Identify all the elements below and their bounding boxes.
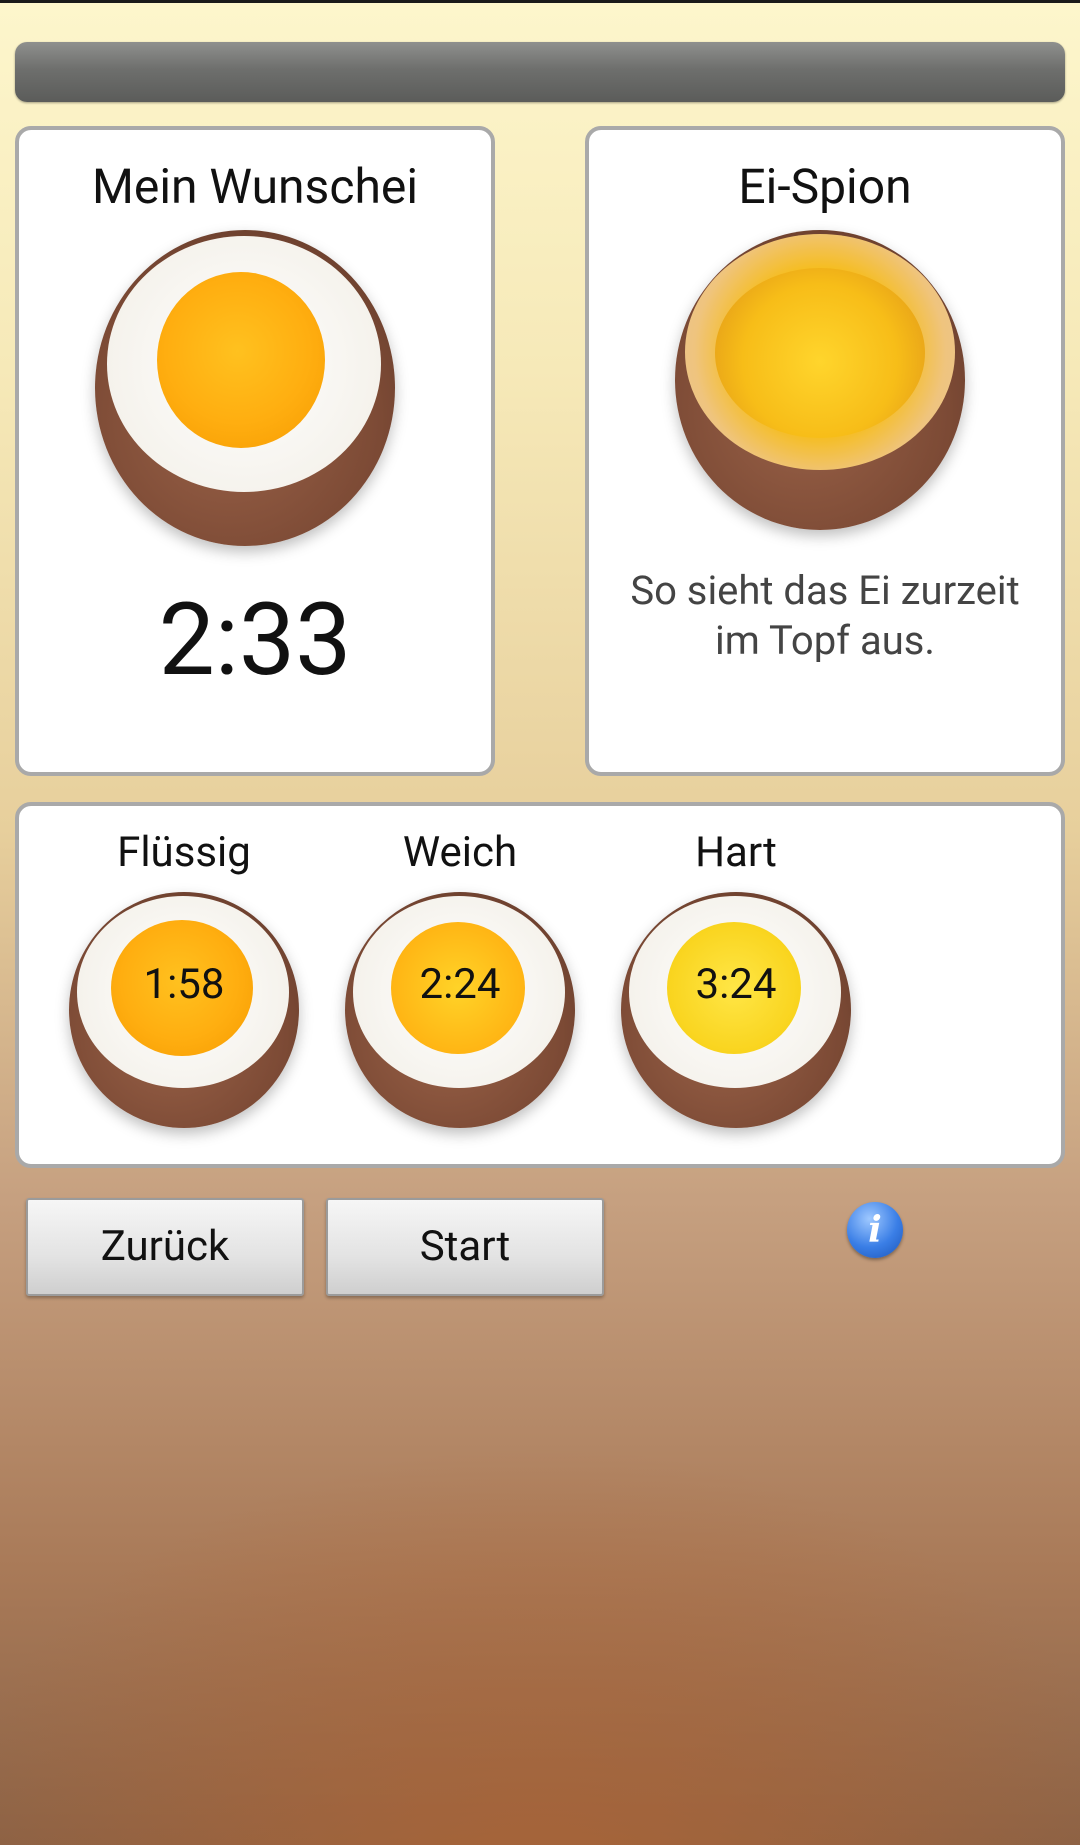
preset-egg-image: 2:24 <box>345 892 575 1128</box>
info-icon[interactable]: i <box>847 1202 903 1258</box>
back-button[interactable]: Zurück <box>26 1198 304 1296</box>
preset-egg-image: 1:58 <box>69 892 299 1128</box>
presets-card: Flüssig 1:58 Weich 2:24 Hart 3:24 <box>15 802 1065 1168</box>
wish-egg-title: Mein Wunschei <box>91 158 418 215</box>
preset-label: Flüssig <box>117 828 251 877</box>
preset-weich[interactable]: Weich 2:24 <box>345 828 575 1148</box>
progress-bar <box>15 42 1065 102</box>
preset-label: Hart <box>695 828 777 877</box>
preset-fluessig[interactable]: Flüssig 1:58 <box>69 828 299 1148</box>
preset-hart[interactable]: Hart 3:24 <box>621 828 851 1148</box>
wish-egg-card[interactable]: Mein Wunschei 2:33 <box>15 126 495 776</box>
preset-label: Weich <box>402 828 518 877</box>
preset-time: 2:24 <box>419 960 501 1009</box>
wish-egg-image <box>95 230 395 546</box>
wish-egg-time: 2:33 <box>158 582 352 699</box>
egg-spy-card: Ei-Spion So sieht das Ei zurzeit im Topf… <box>585 126 1065 776</box>
egg-spy-description: So sieht das Ei zurzeit im Topf aus. <box>589 566 1061 666</box>
egg-spy-description-line-2: im Topf aus. <box>715 617 935 664</box>
preset-time: 1:58 <box>143 960 225 1009</box>
status-divider <box>0 0 1080 3</box>
egg-spy-image <box>675 230 965 530</box>
preset-time: 3:24 <box>695 960 777 1009</box>
start-button[interactable]: Start <box>326 1198 604 1296</box>
egg-spy-description-line-1: So sieht das Ei zurzeit <box>630 567 1020 614</box>
egg-spy-title: Ei-Spion <box>738 158 912 215</box>
preset-egg-image: 3:24 <box>621 892 851 1128</box>
